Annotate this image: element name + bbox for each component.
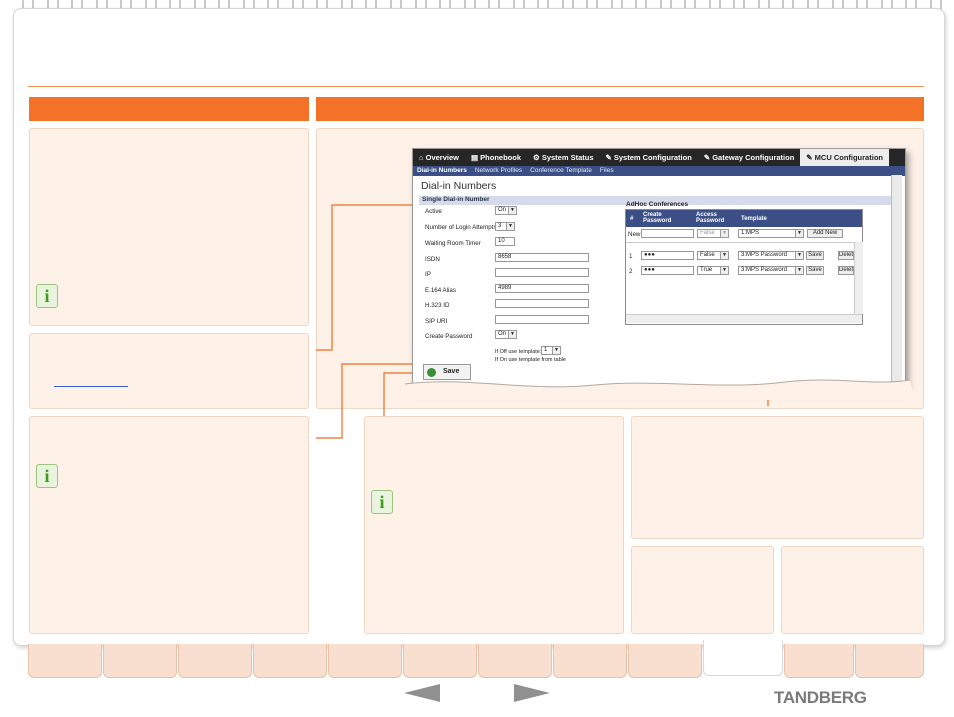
col-create-password: Create Password bbox=[643, 212, 672, 224]
row-number: 1 bbox=[629, 253, 633, 260]
chevron-down-icon: ▼ bbox=[795, 230, 803, 237]
waiting-room-label: Waiting Room Timer bbox=[425, 240, 481, 247]
bottom-tab-11[interactable] bbox=[784, 644, 854, 678]
page-title: Dial-in Numbers bbox=[421, 180, 497, 192]
bottom-tab-12[interactable] bbox=[855, 644, 924, 678]
adhoc-hscrollbar[interactable] bbox=[626, 314, 862, 323]
bottom-tab-10[interactable] bbox=[703, 640, 783, 676]
login-attempts-label: Number of Login Attempts bbox=[425, 224, 497, 231]
next-page-icon[interactable] bbox=[514, 684, 550, 702]
h323-label: H.323 ID bbox=[425, 302, 450, 309]
create-password-label: Create Password bbox=[425, 333, 473, 340]
new-template-select[interactable]: 1:MPS ▼ bbox=[738, 229, 804, 238]
row-save-button[interactable]: Save bbox=[806, 266, 824, 275]
row-number: 2 bbox=[629, 268, 633, 275]
previous-page-icon[interactable] bbox=[404, 684, 440, 702]
subtab-files[interactable]: Files bbox=[596, 166, 618, 176]
adhoc-scrollbar[interactable] bbox=[854, 242, 863, 314]
login-attempts-select[interactable]: 3 ▼ bbox=[495, 222, 515, 231]
tandberg-logo: TANDBERG bbox=[774, 688, 867, 707]
chevron-down-icon: ▼ bbox=[508, 207, 516, 214]
new-access-select[interactable]: False ▼ bbox=[697, 229, 729, 238]
chevron-down-icon: ▼ bbox=[720, 252, 728, 259]
mcu-screenshot: ⌂ Overview ▤ Phonebook ⚙ System Status ✎… bbox=[412, 148, 906, 390]
row-template-select[interactable]: 3:MPS Password ▼ bbox=[738, 266, 804, 275]
active-label: Active bbox=[425, 208, 442, 215]
chevron-down-icon: ▼ bbox=[506, 223, 514, 230]
template-note-off: If Off use template: bbox=[495, 349, 542, 355]
create-password-select[interactable]: On ▼ bbox=[495, 330, 517, 339]
col-hash: # bbox=[630, 216, 634, 222]
row-create-password-input[interactable]: ●●● bbox=[641, 251, 694, 260]
template-note-on: If On use template from table bbox=[495, 357, 566, 363]
tab-system-status[interactable]: ⚙ System Status bbox=[527, 149, 600, 166]
row-access-select[interactable]: False ▼ bbox=[697, 251, 729, 260]
top-nav: ⌂ Overview ▤ Phonebook ⚙ System Status ✎… bbox=[413, 149, 905, 166]
row-delete-button[interactable]: Delete bbox=[838, 266, 854, 275]
bottom-tab-4[interactable] bbox=[253, 644, 327, 678]
adhoc-rows: 1 ●●● False▼ 3:MPS Password▼ Save Delete… bbox=[626, 242, 854, 315]
subtab-dial-in-numbers[interactable]: Dial-in Numbers bbox=[413, 166, 471, 176]
sip-label: SIP URI bbox=[425, 318, 448, 325]
bottom-tab-2[interactable] bbox=[103, 644, 177, 678]
ip-input[interactable] bbox=[495, 268, 589, 277]
tab-phonebook[interactable]: ▤ Phonebook bbox=[465, 149, 527, 166]
chevron-down-icon: ▼ bbox=[795, 252, 803, 259]
waiting-room-input[interactable]: 10 bbox=[495, 237, 515, 246]
col-access-password: Access Password bbox=[696, 212, 725, 224]
row-delete-button[interactable]: Delete bbox=[838, 251, 854, 260]
isdn-input[interactable]: 8658 bbox=[495, 253, 589, 262]
bottom-tab-9[interactable] bbox=[628, 644, 702, 678]
bottom-tab-3[interactable] bbox=[178, 644, 252, 678]
h323-input[interactable] bbox=[495, 299, 589, 308]
new-create-password-input[interactable] bbox=[641, 229, 694, 238]
bottom-tab-8[interactable] bbox=[553, 644, 627, 678]
row-save-button[interactable]: Save bbox=[806, 251, 824, 260]
chevron-down-icon: ▼ bbox=[508, 331, 516, 338]
chevron-down-icon: ▼ bbox=[720, 267, 728, 274]
chevron-down-icon: ▼ bbox=[720, 230, 728, 237]
tab-system-configuration[interactable]: ✎ System Configuration bbox=[600, 149, 698, 166]
col-template: Template bbox=[741, 216, 767, 222]
bottom-tab-5[interactable] bbox=[328, 644, 402, 678]
tab-mcu-configuration[interactable]: ✎ MCU Configuration bbox=[800, 149, 889, 166]
ip-label: IP bbox=[425, 271, 431, 278]
sip-input[interactable] bbox=[495, 315, 589, 324]
bottom-tab-7[interactable] bbox=[478, 644, 552, 678]
new-label: New bbox=[628, 231, 641, 238]
sub-nav: Dial-in Numbers Network Profiles Confere… bbox=[413, 166, 905, 176]
row-access-select[interactable]: True ▼ bbox=[697, 266, 729, 275]
bottom-tabs bbox=[28, 640, 924, 678]
torn-edge bbox=[405, 379, 915, 400]
tab-overview[interactable]: ⌂ Overview bbox=[413, 149, 465, 166]
template-off-select[interactable]: 1 ▼ bbox=[541, 346, 561, 355]
e164-label: E.164 Alias bbox=[425, 287, 456, 294]
bottom-tab-6[interactable] bbox=[403, 644, 477, 678]
tab-gateway-configuration[interactable]: ✎ Gateway Configuration bbox=[698, 149, 800, 166]
subtab-conference-template[interactable]: Conference Template bbox=[526, 166, 596, 176]
add-new-button[interactable]: Add New bbox=[807, 229, 843, 238]
bottom-tab-1[interactable] bbox=[28, 644, 102, 678]
adhoc-title: AdHoc Conferences bbox=[626, 201, 689, 208]
e164-input[interactable]: 4989 bbox=[495, 284, 589, 293]
row-create-password-input[interactable]: ●●● bbox=[641, 266, 694, 275]
adhoc-table: # Create Password Access Password Templa… bbox=[625, 209, 863, 325]
subtab-network-profiles[interactable]: Network Profiles bbox=[471, 166, 526, 176]
chevron-down-icon: ▼ bbox=[795, 267, 803, 274]
chevron-down-icon: ▼ bbox=[552, 347, 560, 354]
isdn-label: ISDN bbox=[425, 256, 440, 263]
active-select[interactable]: On ▼ bbox=[495, 206, 517, 215]
page-scrollbar[interactable] bbox=[891, 175, 902, 387]
row-template-select[interactable]: 3:MPS Password ▼ bbox=[738, 251, 804, 260]
